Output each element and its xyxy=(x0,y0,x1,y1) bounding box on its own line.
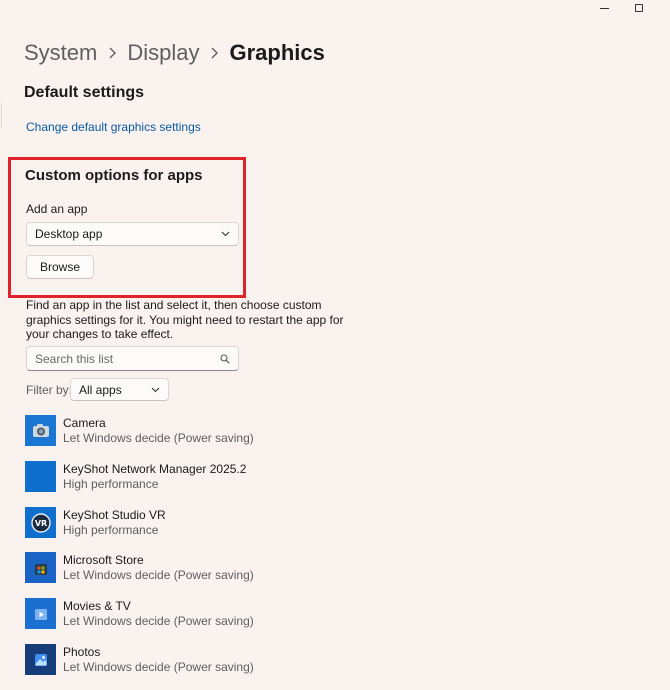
store-icon xyxy=(25,552,56,583)
app-preference: Let Windows decide (Power saving) xyxy=(63,568,254,582)
breadcrumb-display[interactable]: Display xyxy=(127,40,199,66)
filter-value: All apps xyxy=(79,382,122,397)
app-name: Microsoft Store xyxy=(63,553,144,567)
search-icon xyxy=(220,354,230,364)
app-type-value: Desktop app xyxy=(35,227,103,241)
app-preference: High performance xyxy=(63,523,159,537)
svg-text:VR: VR xyxy=(34,519,46,528)
app-list-item-keyshot-network-manager[interactable]: KeyShot Network Manager 2025.2 High perf… xyxy=(25,461,345,493)
change-default-graphics-link[interactable]: Change default graphics settings xyxy=(26,120,201,134)
chevron-right-icon xyxy=(97,47,127,59)
breadcrumb-graphics: Graphics xyxy=(229,40,325,65)
breadcrumb-system[interactable]: System xyxy=(24,40,97,66)
movies-icon xyxy=(25,598,56,629)
camera-icon xyxy=(25,415,56,446)
minimize-button[interactable] xyxy=(590,0,618,16)
photos-icon xyxy=(25,644,56,675)
app-name: Photos xyxy=(63,645,101,659)
info-text: Find an app in the list and select it, t… xyxy=(26,298,344,341)
chevron-right-icon xyxy=(200,47,230,59)
app-list-item-keyshot-studio-vr[interactable]: VR KeyShot Studio VR High performance xyxy=(25,507,345,539)
app-name: KeyShot Network Manager 2025.2 xyxy=(63,462,247,476)
app-list-item-photos[interactable]: Photos Let Windows decide (Power saving) xyxy=(25,644,345,676)
app-preference: Let Windows decide (Power saving) xyxy=(63,431,254,445)
browse-button[interactable]: Browse xyxy=(26,255,94,279)
add-app-label: Add an app xyxy=(26,202,88,216)
graphics-settings-page: System Display Graphics Default settings… xyxy=(0,0,670,690)
filter-label: Filter by: xyxy=(26,383,73,397)
app-name: Movies & TV xyxy=(63,599,131,613)
custom-options-title: Custom options for apps xyxy=(25,167,203,184)
filter-dropdown[interactable]: All apps xyxy=(70,378,169,401)
app-preference: Let Windows decide (Power saving) xyxy=(63,614,254,628)
app-name: Camera xyxy=(63,416,106,430)
breadcrumb: System Display Graphics xyxy=(24,38,325,68)
app-list-item-movies-tv[interactable]: Movies & TV Let Windows decide (Power sa… xyxy=(25,598,345,630)
nav-pane-edge xyxy=(0,103,2,128)
search-box[interactable] xyxy=(26,346,239,371)
chevron-down-icon xyxy=(151,387,160,393)
maximize-icon xyxy=(635,4,643,12)
app-name: KeyShot Studio VR xyxy=(63,508,166,522)
keyshot-network-icon xyxy=(25,461,56,492)
app-list-item-microsoft-store[interactable]: Microsoft Store Let Windows decide (Powe… xyxy=(25,552,345,584)
search-input[interactable] xyxy=(35,351,205,366)
maximize-button[interactable] xyxy=(625,0,653,16)
chevron-down-icon xyxy=(221,231,230,237)
default-settings-title: Default settings xyxy=(24,84,145,101)
app-preference: High performance xyxy=(63,477,159,491)
minimize-icon xyxy=(599,7,609,9)
app-type-dropdown[interactable]: Desktop app xyxy=(26,222,239,246)
app-list-item-camera[interactable]: Camera Let Windows decide (Power saving) xyxy=(25,415,345,447)
app-preference: Let Windows decide (Power saving) xyxy=(63,660,254,674)
keyshot-vr-icon: VR xyxy=(25,507,56,538)
